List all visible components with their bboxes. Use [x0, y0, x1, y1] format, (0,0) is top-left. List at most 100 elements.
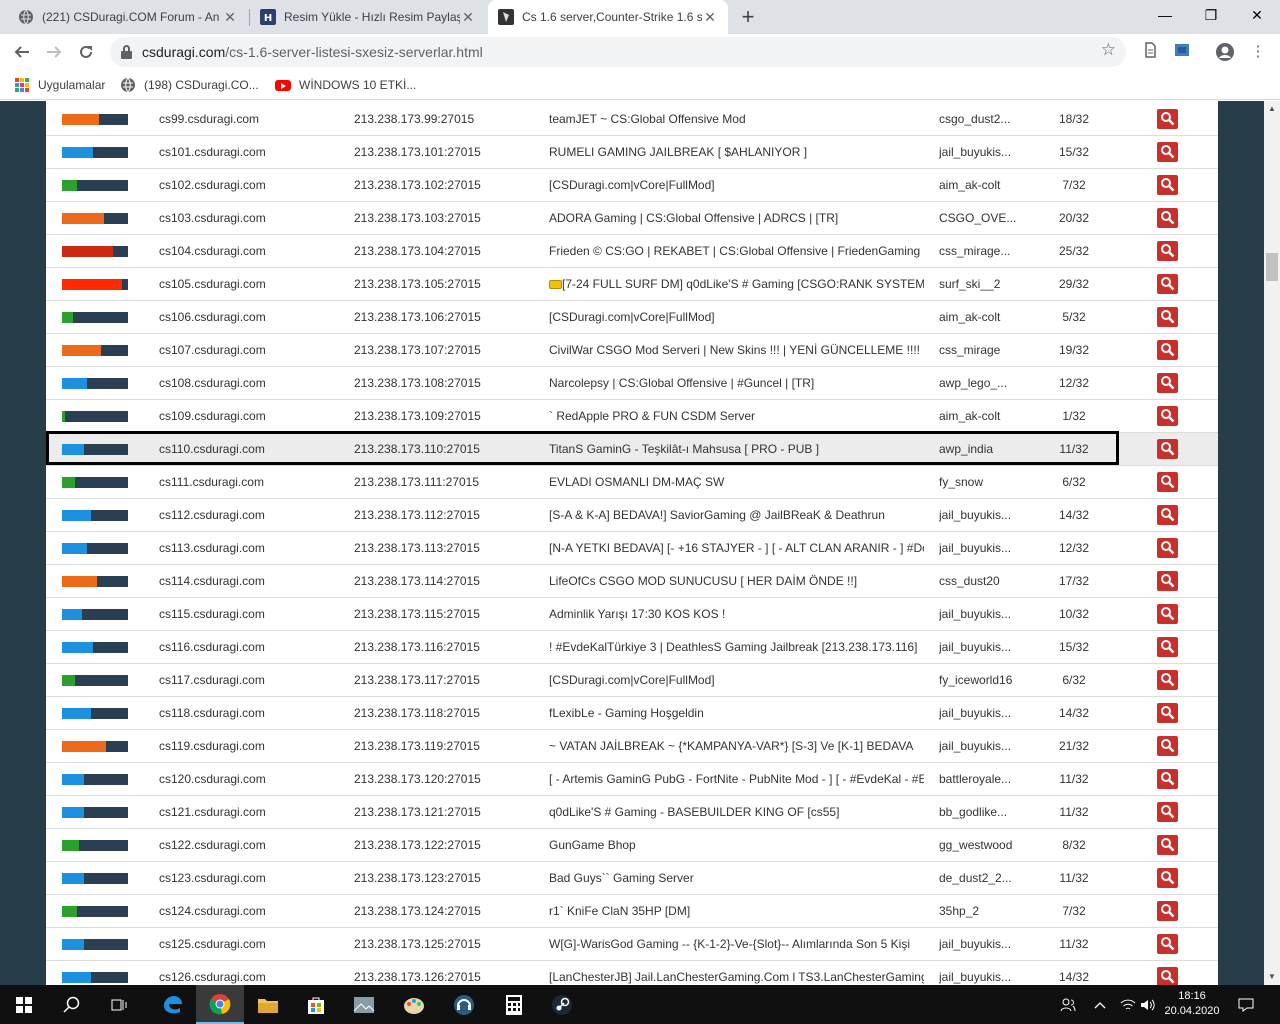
search-icon[interactable] — [48, 985, 96, 1024]
server-ip[interactable]: 213.238.173.110:27015 — [354, 433, 534, 466]
server-name[interactable]: ` RedApple PRO & FUN CSDM Server — [549, 400, 924, 433]
server-name[interactable]: TitanS GaminG - Teşkilât-ı Mahsusa [ PRO… — [549, 433, 924, 466]
server-details-button[interactable] — [1157, 340, 1178, 360]
volume-icon[interactable] — [1136, 985, 1160, 1024]
server-row[interactable]: cs111.csduragi.com 213.238.173.111:27015 E… — [46, 466, 1218, 499]
server-host[interactable]: cs120.csduragi.com — [159, 763, 339, 796]
server-row[interactable]: cs117.csduragi.com 213.238.173.117:27015 [… — [46, 664, 1218, 697]
server-ip[interactable]: 213.238.173.118:27015 — [354, 697, 534, 730]
bookmark-star-icon[interactable]: ☆ — [1101, 40, 1116, 60]
server-name[interactable]: [N-A YETKI BEDAVA] [- +16 STAJYER - ] [ … — [549, 532, 924, 565]
server-details-button[interactable] — [1157, 109, 1178, 129]
server-ip[interactable]: 213.238.173.99:27015 — [354, 103, 534, 136]
server-host[interactable]: cs107.csduragi.com — [159, 334, 339, 367]
server-name[interactable]: ! #EvdeKalTürkiye 3 | DeathlesS Gaming J… — [549, 631, 924, 664]
reload-button[interactable] — [72, 38, 100, 66]
server-row[interactable]: cs126.csduragi.com 213.238.173.126:27015 [… — [46, 961, 1218, 985]
server-ip[interactable]: 213.238.173.117:27015 — [354, 664, 534, 697]
photos-app-icon[interactable] — [340, 985, 388, 1024]
server-ip[interactable]: 213.238.173.125:27015 — [354, 928, 534, 961]
server-row[interactable]: cs120.csduragi.com 213.238.173.120:27015 [… — [46, 763, 1218, 796]
server-name[interactable]: q0dLike'S # Gaming - BASEBUILDER KING OF… — [549, 796, 924, 829]
profile-avatar-icon[interactable] — [1215, 42, 1235, 62]
scroll-up-icon[interactable]: ▲ — [1264, 101, 1280, 117]
server-ip[interactable]: 213.238.173.113:27015 — [354, 532, 534, 565]
server-details-button[interactable] — [1157, 406, 1178, 426]
server-row[interactable]: cs122.csduragi.com 213.238.173.122:27015 G… — [46, 829, 1218, 862]
server-details-button[interactable] — [1157, 802, 1178, 822]
bookmark-apps[interactable]: Uygulamalar — [14, 76, 105, 94]
server-host[interactable]: cs118.csduragi.com — [159, 697, 339, 730]
server-ip[interactable]: 213.238.173.108:27015 — [354, 367, 534, 400]
server-host[interactable]: cs124.csduragi.com — [159, 895, 339, 928]
screenshot-extension-icon[interactable] — [1172, 42, 1192, 62]
server-host[interactable]: cs109.csduragi.com — [159, 400, 339, 433]
taskbar-clock[interactable]: 18:16 20.04.2020 — [1160, 989, 1224, 1019]
server-ip[interactable]: 213.238.173.126:27015 — [354, 961, 534, 985]
chrome-icon[interactable] — [196, 985, 244, 1024]
server-details-button[interactable] — [1157, 835, 1178, 855]
server-name[interactable]: CivilWar CSGO Mod Serveri | New Skins !!… — [549, 334, 924, 367]
server-details-button[interactable] — [1157, 769, 1178, 789]
server-name[interactable]: fLexibLe - Gaming Hoşgeldin — [549, 697, 924, 730]
server-row[interactable]: cs123.csduragi.com 213.238.173.123:27015 B… — [46, 862, 1218, 895]
server-name[interactable]: Bad Guys`` Gaming Server — [549, 862, 924, 895]
server-details-button[interactable] — [1157, 604, 1178, 624]
server-host[interactable]: cs104.csduragi.com — [159, 235, 339, 268]
server-host[interactable]: cs121.csduragi.com — [159, 796, 339, 829]
server-row[interactable]: cs125.csduragi.com 213.238.173.125:27015 W… — [46, 928, 1218, 961]
scroll-down-icon[interactable]: ▼ — [1264, 969, 1280, 985]
windows-start-icon[interactable] — [0, 985, 48, 1024]
server-host[interactable]: cs108.csduragi.com — [159, 367, 339, 400]
server-name[interactable]: [S-A & K-A] BEDAVA!] SaviorGaming @ Jail… — [549, 499, 924, 532]
server-row[interactable]: cs119.csduragi.com 213.238.173.119:27015 ~… — [46, 730, 1218, 763]
server-row[interactable]: cs102.csduragi.com 213.238.173.102:27015 [… — [46, 169, 1218, 202]
server-name[interactable]: [CSDuragi.com|vCore|FullMod] — [549, 169, 924, 202]
server-ip[interactable]: 213.238.173.106:27015 — [354, 301, 534, 334]
bookmark-windows10[interactable]: WİNDOWS 10 ETKİ... — [275, 76, 416, 94]
tray-expand-icon[interactable] — [1088, 985, 1112, 1024]
server-ip[interactable]: 213.238.173.114:27015 — [354, 565, 534, 598]
server-host[interactable]: cs117.csduragi.com — [159, 664, 339, 697]
server-details-button[interactable] — [1157, 934, 1178, 954]
server-host[interactable]: cs123.csduragi.com — [159, 862, 339, 895]
server-ip[interactable]: 213.238.173.109:27015 — [354, 400, 534, 433]
server-host[interactable]: cs106.csduragi.com — [159, 301, 339, 334]
vertical-scrollbar[interactable]: ▲ ▼ — [1264, 101, 1280, 985]
server-host[interactable]: cs103.csduragi.com — [159, 202, 339, 235]
server-details-button[interactable] — [1157, 670, 1178, 690]
server-host[interactable]: cs114.csduragi.com — [159, 565, 339, 598]
close-tab-icon[interactable]: ✕ — [702, 9, 718, 26]
close-tab-icon[interactable]: ✕ — [222, 9, 238, 26]
server-details-button[interactable] — [1157, 472, 1178, 492]
server-name[interactable]: RUMELI GAMING JAILBREAK [ $AHLANIYOR ] — [549, 136, 924, 169]
address-bar[interactable]: csduragi.com/cs-1.6-server-listesi-sxesi… — [110, 37, 1126, 67]
new-tab-button[interactable]: + — [736, 3, 760, 31]
server-name[interactable]: [ - Artemis GaminG PubG - FortNite - Pub… — [549, 763, 924, 796]
server-details-button[interactable] — [1157, 439, 1178, 459]
server-name[interactable]: GunGame Bhop — [549, 829, 924, 862]
server-row[interactable]: cs116.csduragi.com 213.238.173.116:27015!… — [46, 631, 1218, 664]
server-host[interactable]: cs116.csduragi.com — [159, 631, 339, 664]
server-ip[interactable]: 213.238.173.105:27015 — [354, 268, 534, 301]
server-details-button[interactable] — [1157, 967, 1178, 985]
server-details-button[interactable] — [1157, 868, 1178, 888]
server-name[interactable]: [7-24 FULL SURF DM] q0dLike'S # Gaming [… — [549, 268, 924, 301]
maximize-button[interactable]: ❐ — [1188, 0, 1234, 30]
server-name[interactable]: Adminlik Yarışı 17:30 KOS KOS ! — [549, 598, 924, 631]
server-ip[interactable]: 213.238.173.116:27015 — [354, 631, 534, 664]
server-host[interactable]: cs101.csduragi.com — [159, 136, 339, 169]
server-host[interactable]: cs99.csduragi.com — [159, 103, 339, 136]
server-details-button[interactable] — [1157, 505, 1178, 525]
back-button[interactable] — [8, 38, 36, 66]
server-row[interactable]: cs124.csduragi.com 213.238.173.124:27015 r… — [46, 895, 1218, 928]
server-name[interactable]: Narcolepsy | CS:Global Offensive | #Gunc… — [549, 367, 924, 400]
server-host[interactable]: cs115.csduragi.com — [159, 598, 339, 631]
browser-tab-resim[interactable]: H Resim Yükle - Hızlı Resim Paylaş ✕ — [250, 0, 486, 34]
server-details-button[interactable] — [1157, 571, 1178, 591]
server-ip[interactable]: 213.238.173.103:27015 — [354, 202, 534, 235]
server-details-button[interactable] — [1157, 373, 1178, 393]
notifications-icon[interactable] — [1234, 985, 1258, 1024]
server-details-button[interactable] — [1157, 241, 1178, 261]
server-row[interactable]: cs99.csduragi.com 213.238.173.99:27015 tea… — [46, 103, 1218, 136]
